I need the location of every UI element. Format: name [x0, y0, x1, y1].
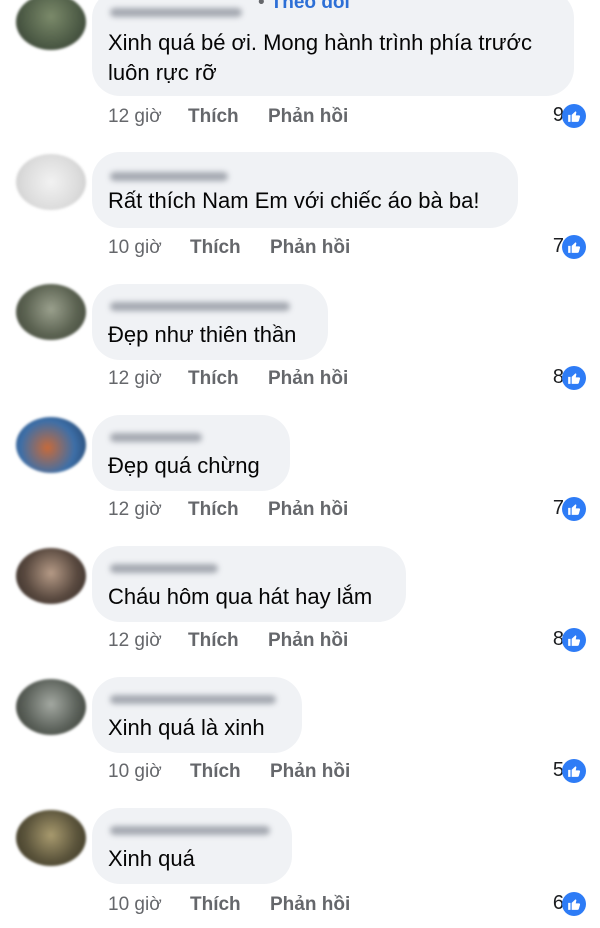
- separator-dot: •: [258, 0, 265, 13]
- commenter-name-blurred[interactable]: [110, 826, 270, 835]
- commenter-name-blurred[interactable]: [110, 695, 276, 704]
- like-button[interactable]: Thích: [188, 106, 239, 128]
- like-label[interactable]: Thích: [190, 894, 241, 915]
- comment-bubble: Đẹp như thiên thần: [92, 284, 328, 360]
- thumbs-up-icon[interactable]: [562, 366, 586, 390]
- reply-label[interactable]: Phản hồi: [268, 106, 348, 127]
- like-button[interactable]: Thích: [188, 368, 239, 390]
- reply-label[interactable]: Phản hồi: [270, 894, 350, 915]
- comment-bubble: Rất thích Nam Em với chiếc áo bà ba!: [92, 152, 518, 228]
- avatar[interactable]: [16, 679, 86, 735]
- comment-text: Đẹp như thiên thần: [108, 320, 296, 350]
- like-button[interactable]: Thích: [190, 894, 241, 916]
- comment-time[interactable]: 12 giờ: [108, 630, 162, 652]
- reply-label[interactable]: Phản hồi: [268, 499, 348, 520]
- comment-text: Xinh quá: [108, 844, 195, 874]
- commenter-name-blurred[interactable]: [110, 172, 228, 181]
- avatar[interactable]: [16, 548, 86, 604]
- comment-bubble: Cháu hôm qua hát hay lắm: [92, 546, 406, 622]
- reply-button[interactable]: Phản hồi: [268, 499, 348, 521]
- like-label[interactable]: Thích: [188, 499, 239, 520]
- commenter-name-blurred[interactable]: [110, 302, 290, 311]
- like-label[interactable]: Thích: [190, 761, 241, 782]
- follow-label[interactable]: Theo dõi: [271, 0, 350, 13]
- comment-text-line: Xinh quá là xinh: [108, 715, 265, 740]
- like-label[interactable]: Thích: [188, 630, 239, 651]
- avatar[interactable]: [16, 810, 86, 866]
- reply-button[interactable]: Phản hồi: [268, 106, 348, 128]
- avatar[interactable]: [16, 417, 86, 473]
- like-label[interactable]: Thích: [188, 368, 239, 389]
- comment-text: Xinh quá là xinh: [108, 713, 265, 743]
- reply-button[interactable]: Phản hồi: [270, 894, 350, 916]
- comment-bubble: Xinh quá là xinh: [92, 677, 302, 753]
- like-button[interactable]: Thích: [190, 237, 241, 259]
- avatar[interactable]: [16, 0, 86, 50]
- reply-label[interactable]: Phản hồi: [270, 761, 350, 782]
- comment-text: Cháu hôm qua hát hay lắm: [108, 582, 372, 612]
- comment-text-line: Đẹp quá chừng: [108, 453, 260, 478]
- comment-text-line: Xinh quá bé ơi. Mong hành trình phía trư…: [108, 30, 532, 55]
- reply-button[interactable]: Phản hồi: [270, 237, 350, 259]
- comment-text: Đẹp quá chừng: [108, 451, 260, 481]
- commenter-name-blurred[interactable]: [110, 433, 202, 442]
- comment-time[interactable]: 10 giờ: [108, 894, 162, 916]
- comment-time[interactable]: 12 giờ: [108, 368, 162, 390]
- comment-text-line: Xinh quá: [108, 846, 195, 871]
- reply-button[interactable]: Phản hồi: [270, 761, 350, 783]
- thumbs-up-icon[interactable]: [562, 497, 586, 521]
- commenter-name-blurred[interactable]: [110, 564, 218, 573]
- comment-text-line: Rất thích Nam Em với chiếc áo bà ba!: [108, 188, 480, 213]
- follow-link[interactable]: • Theo dõi: [258, 0, 350, 14]
- thumbs-up-icon[interactable]: [562, 759, 586, 783]
- comment-text-line: Cháu hôm qua hát hay lắm: [108, 584, 373, 609]
- like-label[interactable]: Thích: [190, 237, 241, 258]
- thumbs-up-icon[interactable]: [562, 628, 586, 652]
- reply-button[interactable]: Phản hồi: [268, 368, 348, 390]
- comment-time[interactable]: 12 giờ: [108, 499, 162, 521]
- comment-time[interactable]: 12 giờ: [108, 106, 162, 128]
- comment-text-line: luôn rực rỡ: [108, 60, 217, 85]
- comment-bubble: Xinh quá: [92, 808, 292, 884]
- comment-text: Xinh quá bé ơi. Mong hành trình phía trư…: [108, 28, 532, 88]
- comment-time[interactable]: 10 giờ: [108, 237, 162, 259]
- like-button[interactable]: Thích: [190, 761, 241, 783]
- comment-text-line: Đẹp như thiên thần: [108, 322, 297, 347]
- comment-bubble: Đẹp quá chừng: [92, 415, 290, 491]
- like-button[interactable]: Thích: [188, 499, 239, 521]
- comment-text: Rất thích Nam Em với chiếc áo bà ba!: [108, 186, 479, 216]
- reply-button[interactable]: Phản hồi: [268, 630, 348, 652]
- comment-bubble: • Theo dõi Xinh quá bé ơi. Mong hành trìn…: [92, 0, 574, 96]
- thumbs-up-icon[interactable]: [562, 235, 586, 259]
- reply-label[interactable]: Phản hồi: [268, 368, 348, 389]
- thumbs-up-icon[interactable]: [562, 104, 586, 128]
- reply-label[interactable]: Phản hồi: [270, 237, 350, 258]
- like-button[interactable]: Thích: [188, 630, 239, 652]
- like-label[interactable]: Thích: [188, 106, 239, 127]
- commenter-name-blurred[interactable]: [110, 8, 242, 17]
- comment-time[interactable]: 10 giờ: [108, 761, 162, 783]
- reply-label[interactable]: Phản hồi: [268, 630, 348, 651]
- avatar[interactable]: [16, 284, 86, 340]
- avatar[interactable]: [16, 154, 86, 210]
- thumbs-up-icon[interactable]: [562, 892, 586, 916]
